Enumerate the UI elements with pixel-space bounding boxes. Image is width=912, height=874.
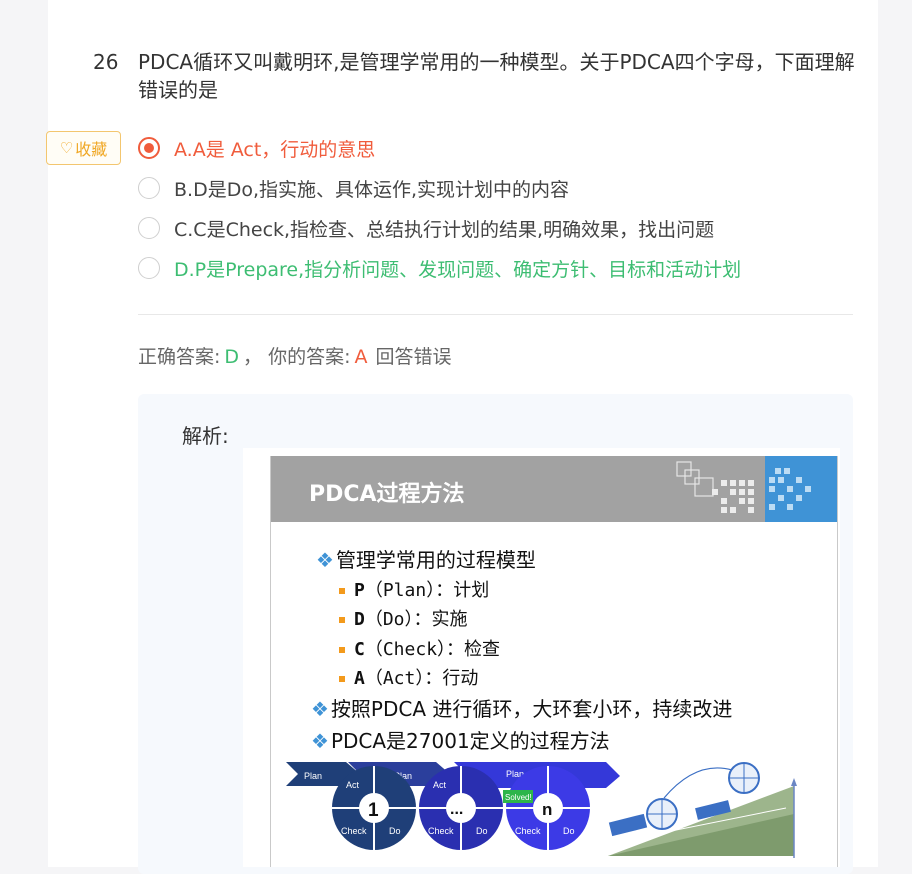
- heart-outline-icon: ♡: [59, 138, 74, 157]
- option-b[interactable]: B.D是Do,指实施、具体运作,实现计划中的内容: [138, 174, 569, 202]
- option-label: C.C是Check,指检查、总结执行计划的结果,明确效果，找出问题: [174, 218, 715, 241]
- slide-sub-bullet: D（Do）：实施: [339, 605, 468, 631]
- svg-text:Do: Do: [476, 826, 488, 836]
- diamond-bullet-icon: ❖: [316, 548, 334, 572]
- radio-checked-icon[interactable]: [138, 137, 160, 159]
- radio-icon[interactable]: [138, 257, 160, 279]
- svg-text:Solved!: Solved!: [505, 793, 532, 802]
- svg-text:1: 1: [368, 800, 379, 821]
- square-bullet-icon: [339, 588, 345, 594]
- option-a[interactable]: A.A是 Act，行动的意思: [138, 134, 375, 162]
- answer-separator: ，: [243, 346, 263, 368]
- radio-icon[interactable]: [138, 177, 160, 199]
- radio-icon[interactable]: [138, 217, 160, 239]
- your-answer-value: A: [354, 346, 368, 368]
- square-bullet-icon: [339, 617, 345, 623]
- svg-text:...: ...: [450, 801, 463, 818]
- svg-text:Check: Check: [515, 826, 541, 836]
- diamond-bullet-icon: ❖: [311, 697, 329, 721]
- pdca-cycle-diagram: Plan Plan Plan 1 Act Check Do ... Act Ch…: [286, 762, 797, 858]
- your-answer-label: 你的答案:: [268, 346, 351, 368]
- svg-text:Act: Act: [346, 780, 360, 790]
- slide-bullet: ❖ PDCA是27001定义的过程方法: [311, 729, 610, 753]
- svg-text:Act: Act: [433, 780, 447, 790]
- analysis-label: 解析:: [182, 424, 229, 448]
- slide-sub-bullet: P（Plan）：计划: [339, 576, 489, 602]
- option-label: D.P是Prepare,指分析问题、发现问题、确定方针、目标和活动计划: [174, 258, 742, 281]
- correct-answer-value: D: [224, 346, 240, 368]
- answer-status: 回答错误: [375, 346, 452, 368]
- mosaic-decoration-icon: [676, 461, 811, 513]
- square-bullet-icon: [339, 676, 345, 682]
- question-text: PDCA循环又叫戴明环,是管理学常用的一种模型。关于PDCA四个字母，下面理解错…: [138, 50, 855, 102]
- slide-sub-bullet: A（Act）：行动: [339, 664, 478, 690]
- option-label: A.A是 Act，行动的意思: [174, 138, 376, 161]
- slide-bullet: ❖ 管理学常用的过程模型: [316, 548, 536, 572]
- option-c[interactable]: C.C是Check,指检查、总结执行计划的结果,明确效果，找出问题: [138, 214, 714, 242]
- option-d[interactable]: D.P是Prepare,指分析问题、发现问题、确定方针、目标和活动计划: [138, 254, 741, 282]
- correct-answer-label: 正确答案:: [138, 346, 221, 368]
- ribbon-label: Plan: [304, 771, 322, 781]
- svg-text:n: n: [542, 800, 552, 819]
- analysis-slide-image: PDCA过程方法 ❖ 管理学常用的过程模型 P（Plan）：计划 D（Do）：实施…: [270, 456, 838, 867]
- divider: [138, 314, 853, 315]
- answer-result: 正确答案: D， 你的答案: A 回答错误: [138, 342, 452, 369]
- question-number: 26: [93, 50, 119, 74]
- svg-text:Do: Do: [563, 826, 575, 836]
- svg-text:Do: Do: [389, 826, 401, 836]
- square-bullet-icon: [339, 647, 345, 653]
- option-label: B.D是Do,指实施、具体运作,实现计划中的内容: [174, 178, 570, 201]
- slide-bullet: ❖ 按照PDCA 进行循环，大环套小环，持续改进: [311, 697, 733, 721]
- favorite-label: 收藏: [75, 140, 108, 159]
- favorite-button[interactable]: ♡ 收藏: [46, 131, 121, 165]
- slide-title: PDCA过程方法: [309, 482, 465, 507]
- svg-text:Check: Check: [428, 826, 454, 836]
- svg-text:Check: Check: [341, 826, 367, 836]
- diamond-bullet-icon: ❖: [311, 729, 329, 753]
- slide-sub-bullet: C（Check）：检查: [339, 635, 500, 661]
